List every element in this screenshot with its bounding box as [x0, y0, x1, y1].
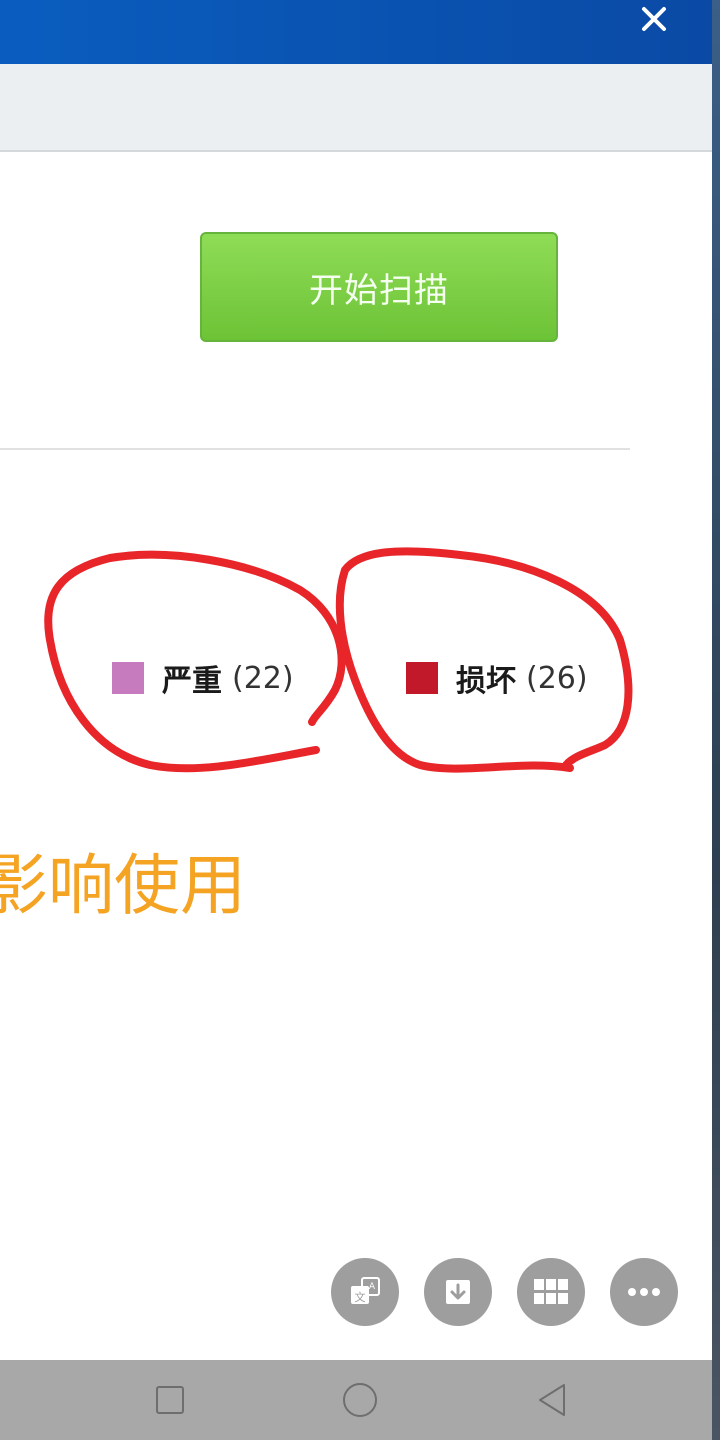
legend-swatch-damaged: [406, 662, 438, 694]
home-circle-icon: [343, 1383, 377, 1417]
hand-drawn-annotation: [44, 547, 633, 773]
legend-count-damaged: (26): [526, 660, 588, 696]
grid-icon: [534, 1279, 568, 1304]
svg-text:文: 文: [355, 1290, 366, 1304]
more-icon: [628, 1288, 660, 1296]
legend-count-severe: (22): [232, 660, 294, 696]
warning-text: 影响使用: [0, 847, 246, 924]
back-button[interactable]: [512, 1360, 592, 1440]
divider: [0, 448, 630, 450]
close-button[interactable]: [632, 0, 676, 38]
legend-label-damaged: 损坏: [456, 664, 516, 699]
recents-square-icon: [156, 1386, 184, 1414]
scanner-window: 开始扫描 严重 (22) 损坏 (26) 影响使用 文 A: [0, 0, 712, 1360]
grid-button[interactable]: [517, 1258, 585, 1326]
more-button[interactable]: [610, 1258, 678, 1326]
legend-item-severe: 严重 (22): [112, 656, 294, 700]
download-button[interactable]: [424, 1258, 492, 1326]
legend-label-severe: 严重: [162, 664, 222, 699]
title-bar: [0, 0, 712, 64]
toolbar-strip: [0, 64, 712, 152]
desktop-background: [712, 0, 720, 1440]
legend-item-damaged: 损坏 (26): [406, 656, 588, 700]
translate-icon: 文 A: [351, 1277, 380, 1304]
translate-button[interactable]: 文 A: [331, 1258, 399, 1326]
legend-swatch-severe: [112, 662, 144, 694]
download-icon: [446, 1280, 470, 1304]
start-scan-button[interactable]: 开始扫描: [200, 232, 558, 342]
home-button[interactable]: [320, 1360, 400, 1440]
system-nav-bar: [0, 1360, 712, 1440]
recents-button[interactable]: [130, 1360, 210, 1440]
back-triangle-icon: [539, 1384, 565, 1416]
svg-text:A: A: [369, 1282, 376, 1292]
close-icon: [642, 7, 666, 31]
